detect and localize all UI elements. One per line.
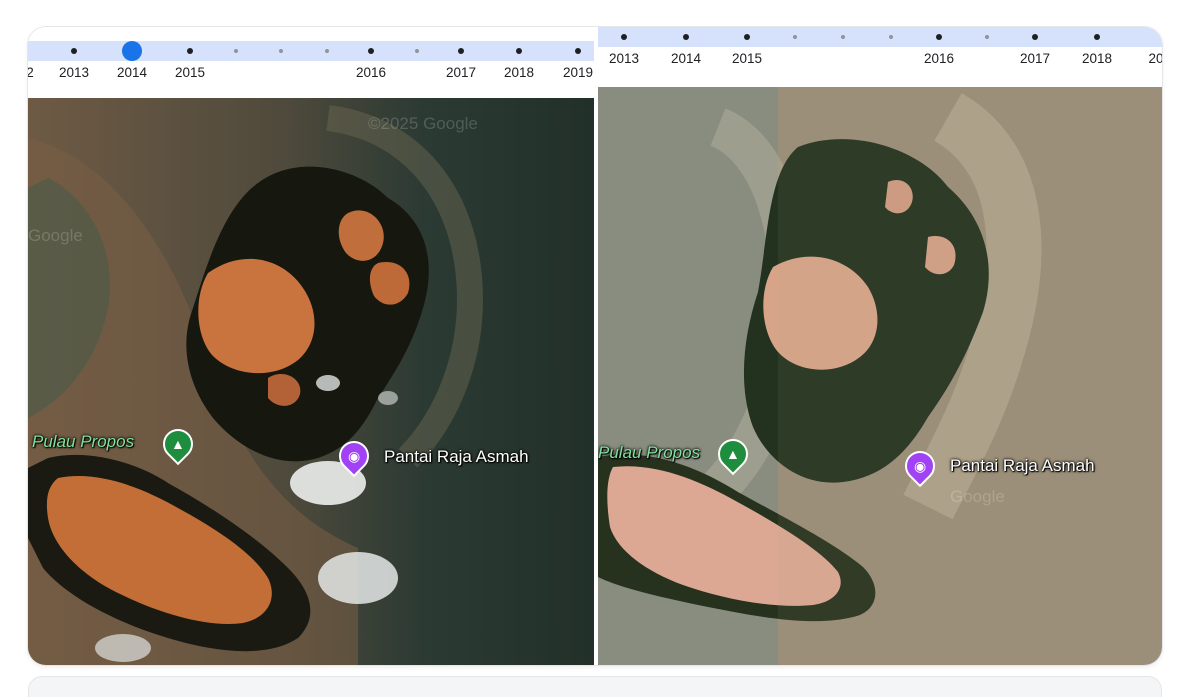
timeline-dot[interactable] <box>458 48 464 54</box>
timeline-minor-dot[interactable] <box>889 35 893 39</box>
camera-icon: ◉ <box>347 448 361 464</box>
timeline-dot[interactable] <box>683 34 689 40</box>
tree-icon: ▲ <box>171 436 185 453</box>
satellite-image-left <box>28 98 594 665</box>
timeline-year-label[interactable]: 2014 <box>117 65 147 80</box>
right-imagery-panel: Google Pulau Propos ▲ ◉ Pantai Raja Asma… <box>598 27 1162 665</box>
timeline-dot[interactable] <box>936 34 942 40</box>
comparison-card: ©2025 Google Google Pulau Propos ▲ ◉ Pan… <box>28 27 1162 665</box>
timeline-year-label[interactable]: 2015 <box>732 51 762 66</box>
timeline-minor-dot[interactable] <box>325 49 329 53</box>
timeline-year-partial: 2 <box>28 65 34 80</box>
timeline-year-label[interactable]: 2017 <box>446 65 476 80</box>
timeline-year-label[interactable]: 2017 <box>1020 51 1050 66</box>
timeline-year-label[interactable]: 2015 <box>175 65 205 80</box>
footer-bar <box>28 676 1162 697</box>
timeline-right[interactable]: 2013 2014 2015 2016 2017 2018 20 <box>598 27 1162 87</box>
timeline-dot[interactable] <box>1094 34 1100 40</box>
timeline-year-partial-end: 20 <box>1148 51 1162 66</box>
timeline-dot[interactable] <box>516 48 522 54</box>
timeline-year-label[interactable]: 2014 <box>671 51 701 66</box>
timeline-year-label[interactable]: 2019 <box>563 65 593 80</box>
map-watermark-side: Google <box>28 226 83 245</box>
satellite-map-left[interactable]: ©2025 Google Google Pulau Propos ▲ ◉ Pan… <box>28 98 594 665</box>
timeline-minor-dot[interactable] <box>985 35 989 39</box>
timeline-left[interactable]: 2 2013 2014 2015 2016 2017 2018 2019 <box>28 27 594 98</box>
label-pantai-raja-asmah[interactable]: Pantai Raja Asmah <box>384 447 529 467</box>
map-watermark-right: Google <box>950 487 1005 506</box>
timeline-track-right[interactable] <box>598 27 1162 47</box>
timeline-year-label[interactable]: 2018 <box>504 65 534 80</box>
camera-icon: ◉ <box>913 458 927 474</box>
tree-icon: ▲ <box>726 446 740 463</box>
timeline-year-label[interactable]: 2013 <box>609 51 639 66</box>
timeline-year-label[interactable]: 2016 <box>924 51 954 66</box>
timeline-dot[interactable] <box>71 48 77 54</box>
satellite-map-right[interactable]: Google Pulau Propos ▲ ◉ Pantai Raja Asma… <box>598 87 1162 665</box>
label-pulau-propos-right[interactable]: Pulau Propos <box>598 443 700 463</box>
timeline-track[interactable] <box>28 41 594 61</box>
timeline-year-label[interactable]: 2018 <box>1082 51 1112 66</box>
timeline-dot[interactable] <box>368 48 374 54</box>
label-pulau-propos[interactable]: Pulau Propos <box>32 432 134 452</box>
timeline-dot[interactable] <box>575 48 581 54</box>
timeline-year-label[interactable]: 2016 <box>356 65 386 80</box>
left-imagery-panel: ©2025 Google Google Pulau Propos ▲ ◉ Pan… <box>28 27 594 665</box>
label-pantai-raja-asmah-right[interactable]: Pantai Raja Asmah <box>950 456 1095 476</box>
timeline-minor-dot[interactable] <box>234 49 238 53</box>
timeline-dot[interactable] <box>744 34 750 40</box>
timeline-minor-dot[interactable] <box>841 35 845 39</box>
timeline-dot[interactable] <box>1032 34 1038 40</box>
satellite-image-right <box>598 87 1162 665</box>
timeline-minor-dot[interactable] <box>415 49 419 53</box>
timeline-selected-dot[interactable] <box>122 41 142 61</box>
map-watermark-top: ©2025 Google <box>368 114 478 133</box>
timeline-year-label[interactable]: 2013 <box>59 65 89 80</box>
timeline-dot[interactable] <box>187 48 193 54</box>
timeline-minor-dot[interactable] <box>279 49 283 53</box>
timeline-dot[interactable] <box>621 34 627 40</box>
timeline-minor-dot[interactable] <box>793 35 797 39</box>
